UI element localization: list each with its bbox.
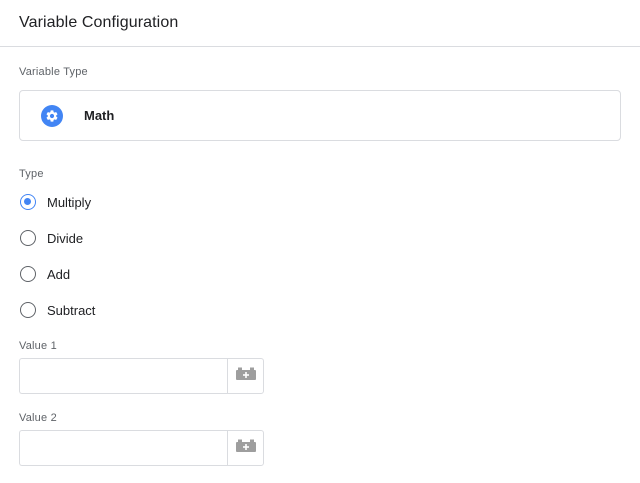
variable-type-selector[interactable]: Math — [19, 90, 621, 141]
value1-field-group — [19, 358, 264, 394]
variable-type-label: Variable Type — [19, 66, 88, 78]
radio-label: Add — [47, 266, 71, 282]
radio-divide[interactable]: Divide — [20, 227, 83, 249]
value1-label: Value 1 — [19, 340, 57, 352]
type-label: Type — [19, 168, 44, 180]
value1-input[interactable] — [19, 358, 227, 394]
variable-type-name: Math — [84, 108, 115, 123]
radio-label: Subtract — [47, 302, 96, 318]
panel-title: Variable Configuration — [19, 14, 179, 31]
radio-add[interactable]: Add — [20, 263, 70, 285]
radio-button[interactable] — [20, 230, 36, 246]
radio-button[interactable] — [20, 302, 36, 318]
radio-subtract[interactable]: Subtract — [20, 299, 95, 321]
variable-picker-icon — [235, 439, 257, 458]
value2-field-group — [19, 430, 264, 466]
variable-configuration-panel: Variable Configuration Variable Type Mat… — [0, 0, 640, 483]
radio-label: Multiply — [47, 194, 92, 210]
radio-button[interactable] — [20, 266, 36, 282]
radio-multiply[interactable]: Multiply — [20, 191, 91, 213]
value2-label: Value 2 — [19, 412, 57, 424]
panel-header: Variable Configuration — [0, 0, 640, 47]
variable-picker-icon — [235, 367, 257, 386]
radio-button-checked[interactable] — [20, 194, 36, 210]
value2-variable-picker-button[interactable] — [227, 430, 264, 466]
radio-label: Divide — [47, 230, 84, 246]
value2-input[interactable] — [19, 430, 227, 466]
gear-icon — [41, 104, 63, 127]
value1-variable-picker-button[interactable] — [227, 358, 264, 394]
